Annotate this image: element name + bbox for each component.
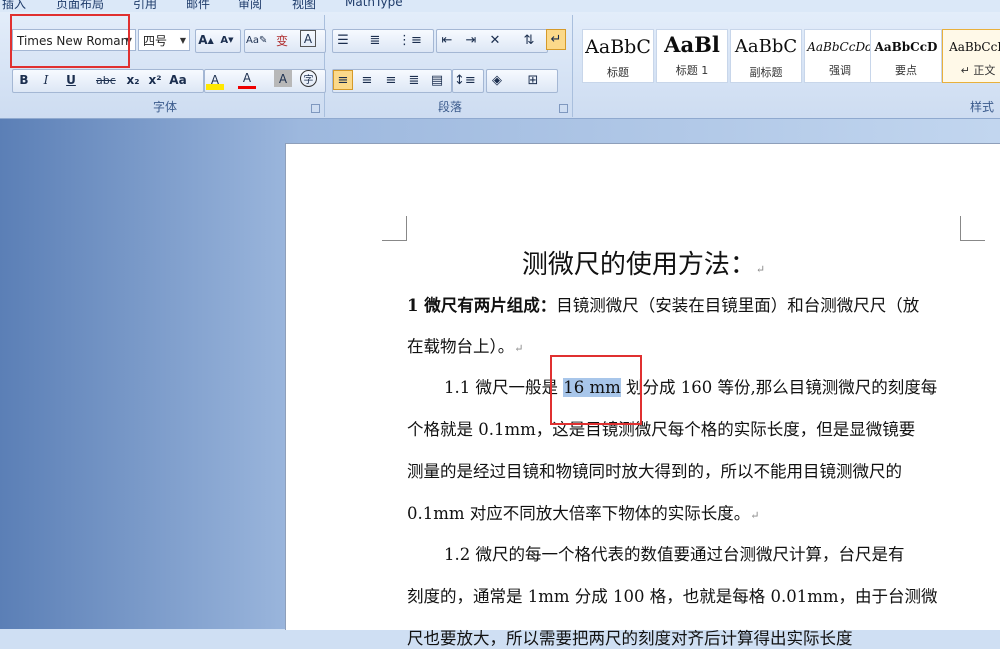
style-sample: AaBbC xyxy=(734,36,798,57)
style-name: 标题 1 xyxy=(675,64,709,77)
multilevel-list-icon[interactable]: ⋮≡ xyxy=(398,30,422,50)
show-marks-icon[interactable]: ↵ xyxy=(546,29,566,50)
superscript-icon[interactable]: x² xyxy=(146,70,164,90)
font-highlight-box xyxy=(10,14,130,68)
style-name: 要点 xyxy=(895,64,917,77)
font-dialog-launcher-icon[interactable] xyxy=(311,104,320,113)
styles-group: AaBbC 标题 AaBl 标题 1 AaBbC 副标题 AaBbCcDd 强调… xyxy=(576,15,1000,117)
heading-bold-text: 1 微尺有两片组成： xyxy=(407,296,557,315)
style-sample: AaBl xyxy=(664,32,720,56)
sort-icon[interactable]: ⇅ xyxy=(520,30,538,50)
paragraph-group-label: 段落 xyxy=(437,100,462,114)
align-left-icon[interactable]: ≡ xyxy=(333,70,353,90)
grow-font-icon[interactable]: A ▲ xyxy=(197,30,215,50)
strikethrough-icon[interactable]: abc xyxy=(96,70,116,90)
numbering-icon[interactable]: ≣ xyxy=(366,30,384,50)
asian-layout-icon[interactable]: ✕ xyxy=(486,30,504,50)
chevron-down-icon: ▼ xyxy=(179,36,186,45)
italic-icon[interactable]: I xyxy=(37,70,55,90)
tab-mathtype[interactable]: MathType xyxy=(345,0,403,9)
borders-icon[interactable]: ⊞ xyxy=(524,70,542,90)
style-normal[interactable]: AaBbCcD ↵ 正文 xyxy=(942,29,1000,83)
tab-view[interactable]: 视图 xyxy=(292,0,316,12)
style-sample: AaBbCcD xyxy=(874,40,938,54)
doc-line: 1.1 微尺一般是 16 mm 划分成 160 等份,那么目镜测微尺的刻度每 xyxy=(444,374,937,398)
style-name: ↵ 正文 xyxy=(943,62,1000,78)
ribbon: Times New Roman ▼ 四号 ▼ A ▲ A ▼ Aa✎ 变 A B I… xyxy=(0,12,1000,119)
tab-mailings[interactable]: 邮件 xyxy=(186,0,210,12)
highlight-icon[interactable]: A xyxy=(206,70,224,90)
style-heading1[interactable]: AaBl 标题 1 xyxy=(656,29,728,83)
style-strong[interactable]: AaBbCcD 要点 xyxy=(870,29,942,83)
doc-line: 0.1mm 对应不同放大倍率下物体的实际长度。↵ xyxy=(407,500,760,524)
style-sample: AaBbC xyxy=(585,36,651,58)
tab-page-layout[interactable]: 页面布局 xyxy=(56,0,104,12)
decrease-indent-icon[interactable]: ⇤ xyxy=(438,30,456,50)
distributed-icon[interactable]: ▤ xyxy=(428,70,446,90)
document-title: 测微尺的使用方法：↵ xyxy=(286,244,1000,281)
text-run: 在载物台上）。 xyxy=(407,337,515,356)
style-sample: AaBbCcDd xyxy=(807,40,873,54)
doc-line: 测量的是经过目镜和物镜同时放大得到的，所以不能用目镜测微尺的 xyxy=(407,462,902,481)
change-case-icon[interactable]: Aa xyxy=(169,70,187,90)
align-right-icon[interactable]: ≡ xyxy=(382,70,400,90)
line-spacing-icon[interactable]: ↕≡ xyxy=(454,70,476,90)
style-name: 强调 xyxy=(829,64,851,77)
para-mark-icon: ↵ xyxy=(750,509,760,522)
para-mark-icon: ↵ xyxy=(514,342,524,355)
para-mark-icon: ↵ xyxy=(755,263,766,276)
tab-review[interactable]: 审阅 xyxy=(238,0,262,12)
align-center-icon[interactable]: ≡ xyxy=(358,70,376,90)
crop-mark xyxy=(382,216,407,241)
doc-line: 1 微尺有两片组成：目镜测微尺（安装在目镜里面）和台测微尺尺（放 xyxy=(407,292,919,316)
style-sample: AaBbCcD xyxy=(949,40,1000,54)
font-size-value: 四号 xyxy=(143,34,168,48)
para-mark-icon: ↵ xyxy=(960,64,970,77)
document-title-text: 测微尺的使用方法： xyxy=(521,250,756,280)
style-emphasis[interactable]: AaBbCcDd 强调 xyxy=(804,29,876,83)
doc-line: 个格就是 0.1mm，这是目镜测微尺每个格的实际长度，但是显微镜要 xyxy=(407,420,916,439)
doc-line: 在载物台上）。↵ xyxy=(407,333,523,357)
styles-group-label: 样式 xyxy=(969,100,994,114)
char-border-icon[interactable]: A xyxy=(300,30,316,47)
subscript-icon[interactable]: x₂ xyxy=(124,70,142,90)
clear-format-icon[interactable]: Aa✎ xyxy=(246,30,267,50)
doc-line: 1.2 微尺的每一个格代表的数值要通过台测微尺计算，台尺是有 xyxy=(444,545,905,564)
increase-indent-icon[interactable]: ⇥ xyxy=(462,30,480,50)
style-subtitle[interactable]: AaBbC 副标题 xyxy=(730,29,802,83)
font-size-combo[interactable]: 四号 ▼ xyxy=(138,29,190,51)
style-name-text: 正文 xyxy=(973,64,996,77)
text-run: 目镜测微尺（安装在目镜里面）和台测微尺尺（放 xyxy=(556,296,920,315)
underline-icon[interactable]: U xyxy=(62,70,80,90)
tab-references[interactable]: 引用 xyxy=(133,0,157,12)
tab-insert[interactable]: 插入 xyxy=(2,0,26,12)
justify-icon[interactable]: ≣ xyxy=(405,70,423,90)
crop-mark xyxy=(960,216,985,241)
document-page[interactable]: 测微尺的使用方法：↵ 1 微尺有两片组成：目镜测微尺（安装在目镜里面）和台测微尺… xyxy=(285,143,1000,648)
bullets-icon[interactable]: ☰ xyxy=(334,30,352,50)
paragraph-group: ☰ ≣ ⋮≡ ⇤ ⇥ ✕ ⇅ ↵ ≡ ≡ ≡ ≣ ▤ ↕≡ ◈ ⊞ 段落 xyxy=(328,15,573,117)
font-color-icon[interactable]: A xyxy=(238,70,256,89)
enclose-char-icon[interactable]: 字 xyxy=(300,70,317,87)
shrink-font-icon[interactable]: A ▼ xyxy=(218,30,236,50)
text-run: 0.1mm 对应不同放大倍率下物体的实际长度。 xyxy=(407,504,751,523)
shading-icon[interactable]: ◈ xyxy=(488,70,506,90)
style-name: 标题 xyxy=(607,66,629,79)
selection-highlight-box xyxy=(550,355,642,425)
ribbon-tabs: 插入 页面布局 引用 邮件 审阅 视图 MathType xyxy=(0,0,1000,12)
style-title[interactable]: AaBbC 标题 xyxy=(582,29,654,83)
bold-icon[interactable]: B xyxy=(15,70,33,90)
char-shading-icon[interactable]: A xyxy=(274,70,292,87)
font-group-label: 字体 xyxy=(152,100,177,114)
doc-line: 刻度的，通常是 1mm 分成 100 格，也就是每格 0.01mm，由于台测微 xyxy=(407,587,938,606)
style-name: 副标题 xyxy=(749,66,783,79)
text-run: 划分成 160 等份,那么目镜测微尺的刻度每 xyxy=(620,378,938,397)
paragraph-dialog-launcher-icon[interactable] xyxy=(559,104,568,113)
text-run: 1.1 微尺一般是 xyxy=(444,378,564,397)
phonetic-guide-icon[interactable]: 变 xyxy=(273,30,291,50)
